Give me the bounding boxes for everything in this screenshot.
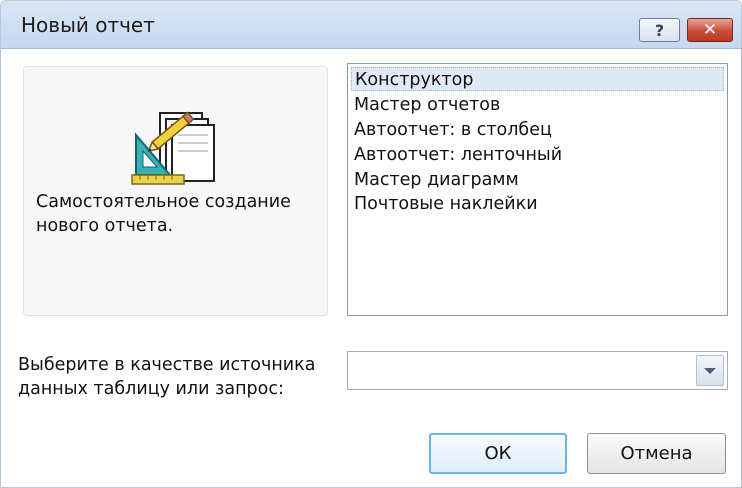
data-source-combo[interactable] [347, 351, 728, 390]
list-item-report-wizard[interactable]: Мастер отчетов [351, 93, 500, 117]
title-bar[interactable]: Новый отчет ? ✕ [1, 1, 741, 49]
list-item-label-wizard[interactable]: Почтовые наклейки [351, 192, 538, 216]
help-button[interactable]: ? [639, 18, 680, 42]
data-source-label: Выберите в качестве источника данных таб… [18, 355, 316, 399]
cancel-button[interactable]: Отмена [587, 433, 726, 474]
chevron-down-icon [704, 367, 716, 374]
close-button[interactable]: ✕ [687, 18, 733, 42]
list-item-autoreport-tabular[interactable]: Автоотчет: ленточный [351, 143, 562, 167]
report-type-list[interactable]: Конструктор Мастер отчетов Автоотчет: в … [347, 63, 728, 316]
preview-panel: Самостоятельное создание нового отчета. [23, 66, 328, 316]
list-item-designer[interactable]: Конструктор [351, 67, 724, 91]
dropdown-button[interactable] [696, 355, 724, 386]
new-report-dialog: Новый отчет ? ✕ Самостоятельное создание… [0, 0, 742, 488]
list-item-autoreport-columnar[interactable]: Автоотчет: в столбец [351, 118, 552, 142]
help-icon: ? [654, 20, 665, 40]
close-icon: ✕ [702, 20, 718, 40]
dialog-title: Новый отчет [21, 13, 155, 37]
list-item-chart-wizard[interactable]: Мастер диаграмм [351, 168, 519, 192]
report-design-icon [131, 111, 215, 185]
ok-button[interactable]: ОК [429, 433, 567, 474]
preview-description: Самостоятельное создание нового отчета. [36, 192, 291, 236]
